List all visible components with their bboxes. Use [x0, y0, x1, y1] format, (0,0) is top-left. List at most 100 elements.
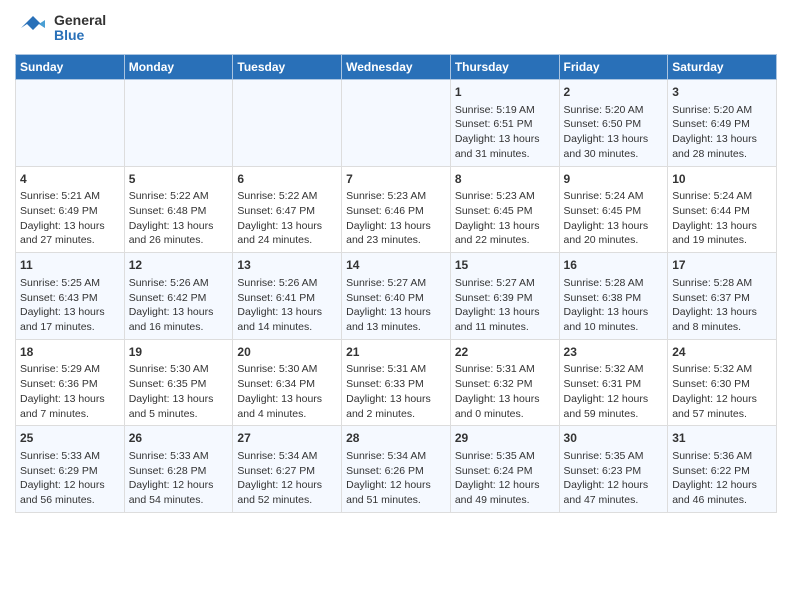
day-content: Sunrise: 5:35 AM Sunset: 6:24 PM Dayligh… [455, 449, 555, 508]
day-content: Sunrise: 5:28 AM Sunset: 6:37 PM Dayligh… [672, 276, 772, 335]
day-number: 28 [346, 430, 446, 447]
day-content: Sunrise: 5:29 AM Sunset: 6:36 PM Dayligh… [20, 362, 120, 421]
day-number: 4 [20, 171, 120, 188]
day-content: Sunrise: 5:27 AM Sunset: 6:40 PM Dayligh… [346, 276, 446, 335]
calendar-cell: 5Sunrise: 5:22 AM Sunset: 6:48 PM Daylig… [124, 166, 233, 253]
day-content: Sunrise: 5:22 AM Sunset: 6:47 PM Dayligh… [237, 189, 337, 248]
day-content: Sunrise: 5:19 AM Sunset: 6:51 PM Dayligh… [455, 103, 555, 162]
day-number: 25 [20, 430, 120, 447]
day-number: 21 [346, 344, 446, 361]
day-number: 6 [237, 171, 337, 188]
calendar-cell: 6Sunrise: 5:22 AM Sunset: 6:47 PM Daylig… [233, 166, 342, 253]
calendar-cell [124, 80, 233, 167]
logo-bird-icon [15, 10, 51, 46]
day-content: Sunrise: 5:35 AM Sunset: 6:23 PM Dayligh… [564, 449, 664, 508]
day-number: 15 [455, 257, 555, 274]
calendar-cell: 8Sunrise: 5:23 AM Sunset: 6:45 PM Daylig… [450, 166, 559, 253]
calendar-cell: 9Sunrise: 5:24 AM Sunset: 6:45 PM Daylig… [559, 166, 668, 253]
day-content: Sunrise: 5:31 AM Sunset: 6:33 PM Dayligh… [346, 362, 446, 421]
day-content: Sunrise: 5:23 AM Sunset: 6:46 PM Dayligh… [346, 189, 446, 248]
day-number: 18 [20, 344, 120, 361]
day-content: Sunrise: 5:22 AM Sunset: 6:48 PM Dayligh… [129, 189, 229, 248]
header-day-wednesday: Wednesday [342, 55, 451, 80]
calendar-cell: 20Sunrise: 5:30 AM Sunset: 6:34 PM Dayli… [233, 339, 342, 426]
calendar-cell: 2 Sunrise: 5:20 AM Sunset: 6:50 PM Daylig… [559, 80, 668, 167]
day-number: 8 [455, 171, 555, 188]
calendar-cell: 12Sunrise: 5:26 AM Sunset: 6:42 PM Dayli… [124, 253, 233, 340]
day-number: 29 [455, 430, 555, 447]
day-content: Sunrise: 5:21 AM Sunset: 6:49 PM Dayligh… [20, 189, 120, 248]
day-number: 17 [672, 257, 772, 274]
calendar-cell: 18Sunrise: 5:29 AM Sunset: 6:36 PM Dayli… [16, 339, 125, 426]
calendar-cell: 17 Sunrise: 5:28 AM Sunset: 6:37 PM Dayli… [668, 253, 777, 340]
day-content: Sunrise: 5:23 AM Sunset: 6:45 PM Dayligh… [455, 189, 555, 248]
day-number: 13 [237, 257, 337, 274]
day-content: Sunrise: 5:20 AM Sunset: 6:49 PM Dayligh… [672, 103, 772, 162]
calendar-cell: 26 Sunrise: 5:33 AM Sunset: 6:28 PM Dayli… [124, 426, 233, 513]
day-number: 22 [455, 344, 555, 361]
calendar-cell: 10Sunrise: 5:24 AM Sunset: 6:44 PM Dayli… [668, 166, 777, 253]
calendar-cell [233, 80, 342, 167]
calendar-cell: 25 Sunrise: 5:33 AM Sunset: 6:29 PM Dayli… [16, 426, 125, 513]
header-row: SundayMondayTuesdayWednesdayThursdayFrid… [16, 55, 777, 80]
day-number: 9 [564, 171, 664, 188]
calendar-cell: 1Sunrise: 5:19 AM Sunset: 6:51 PM Daylig… [450, 80, 559, 167]
header-day-sunday: Sunday [16, 55, 125, 80]
day-content: Sunrise: 5:32 AM Sunset: 6:30 PM Dayligh… [672, 362, 772, 421]
day-number: 3 [672, 84, 772, 101]
day-content: Sunrise: 5:26 AM Sunset: 6:41 PM Dayligh… [237, 276, 337, 335]
calendar-cell: 11 Sunrise: 5:25 AM Sunset: 6:43 PM Dayli… [16, 253, 125, 340]
calendar-cell: 22Sunrise: 5:31 AM Sunset: 6:32 PM Dayli… [450, 339, 559, 426]
day-content: Sunrise: 5:34 AM Sunset: 6:27 PM Dayligh… [237, 449, 337, 508]
calendar-cell: 19Sunrise: 5:30 AM Sunset: 6:35 PM Dayli… [124, 339, 233, 426]
day-content: Sunrise: 5:20 AM Sunset: 6:50 PM Dayligh… [564, 103, 664, 162]
week-row-1: 1Sunrise: 5:19 AM Sunset: 6:51 PM Daylig… [16, 80, 777, 167]
day-content: Sunrise: 5:24 AM Sunset: 6:44 PM Dayligh… [672, 189, 772, 248]
calendar-cell: 24Sunrise: 5:32 AM Sunset: 6:30 PM Dayli… [668, 339, 777, 426]
day-number: 11 [20, 257, 120, 274]
calendar-header: SundayMondayTuesdayWednesdayThursdayFrid… [16, 55, 777, 80]
day-number: 7 [346, 171, 446, 188]
header-day-thursday: Thursday [450, 55, 559, 80]
calendar-cell: 4Sunrise: 5:21 AM Sunset: 6:49 PM Daylig… [16, 166, 125, 253]
day-number: 30 [564, 430, 664, 447]
day-number: 19 [129, 344, 229, 361]
calendar-cell: 21Sunrise: 5:31 AM Sunset: 6:33 PM Dayli… [342, 339, 451, 426]
header-day-tuesday: Tuesday [233, 55, 342, 80]
day-number: 31 [672, 430, 772, 447]
calendar-cell: 13 Sunrise: 5:26 AM Sunset: 6:41 PM Dayli… [233, 253, 342, 340]
logo: General Blue [15, 10, 106, 46]
week-row-4: 18Sunrise: 5:29 AM Sunset: 6:36 PM Dayli… [16, 339, 777, 426]
day-content: Sunrise: 5:25 AM Sunset: 6:43 PM Dayligh… [20, 276, 120, 335]
header-day-saturday: Saturday [668, 55, 777, 80]
logo-text: General Blue [54, 13, 106, 44]
week-row-3: 11 Sunrise: 5:25 AM Sunset: 6:43 PM Dayli… [16, 253, 777, 340]
day-content: Sunrise: 5:32 AM Sunset: 6:31 PM Dayligh… [564, 362, 664, 421]
day-content: Sunrise: 5:27 AM Sunset: 6:39 PM Dayligh… [455, 276, 555, 335]
calendar-table: SundayMondayTuesdayWednesdayThursdayFrid… [15, 54, 777, 513]
day-number: 23 [564, 344, 664, 361]
day-number: 20 [237, 344, 337, 361]
header-day-friday: Friday [559, 55, 668, 80]
day-content: Sunrise: 5:34 AM Sunset: 6:26 PM Dayligh… [346, 449, 446, 508]
day-content: Sunrise: 5:33 AM Sunset: 6:29 PM Dayligh… [20, 449, 120, 508]
day-content: Sunrise: 5:24 AM Sunset: 6:45 PM Dayligh… [564, 189, 664, 248]
calendar-cell: 29 Sunrise: 5:35 AM Sunset: 6:24 PM Dayli… [450, 426, 559, 513]
calendar-cell: 28 Sunrise: 5:34 AM Sunset: 6:26 PM Dayli… [342, 426, 451, 513]
day-number: 26 [129, 430, 229, 447]
day-content: Sunrise: 5:36 AM Sunset: 6:22 PM Dayligh… [672, 449, 772, 508]
week-row-2: 4Sunrise: 5:21 AM Sunset: 6:49 PM Daylig… [16, 166, 777, 253]
calendar-cell: 23Sunrise: 5:32 AM Sunset: 6:31 PM Dayli… [559, 339, 668, 426]
day-content: Sunrise: 5:28 AM Sunset: 6:38 PM Dayligh… [564, 276, 664, 335]
calendar-cell: 7Sunrise: 5:23 AM Sunset: 6:46 PM Daylig… [342, 166, 451, 253]
calendar-cell [342, 80, 451, 167]
logo-container: General Blue [15, 10, 106, 46]
calendar-cell: 30 Sunrise: 5:35 AM Sunset: 6:23 PM Dayli… [559, 426, 668, 513]
calendar-cell [16, 80, 125, 167]
week-row-5: 25 Sunrise: 5:33 AM Sunset: 6:29 PM Dayli… [16, 426, 777, 513]
day-content: Sunrise: 5:33 AM Sunset: 6:28 PM Dayligh… [129, 449, 229, 508]
calendar-cell: 15 Sunrise: 5:27 AM Sunset: 6:39 PM Dayli… [450, 253, 559, 340]
day-number: 2 [564, 84, 664, 101]
calendar-cell: 31 Sunrise: 5:36 AM Sunset: 6:22 PM Dayli… [668, 426, 777, 513]
day-content: Sunrise: 5:31 AM Sunset: 6:32 PM Dayligh… [455, 362, 555, 421]
